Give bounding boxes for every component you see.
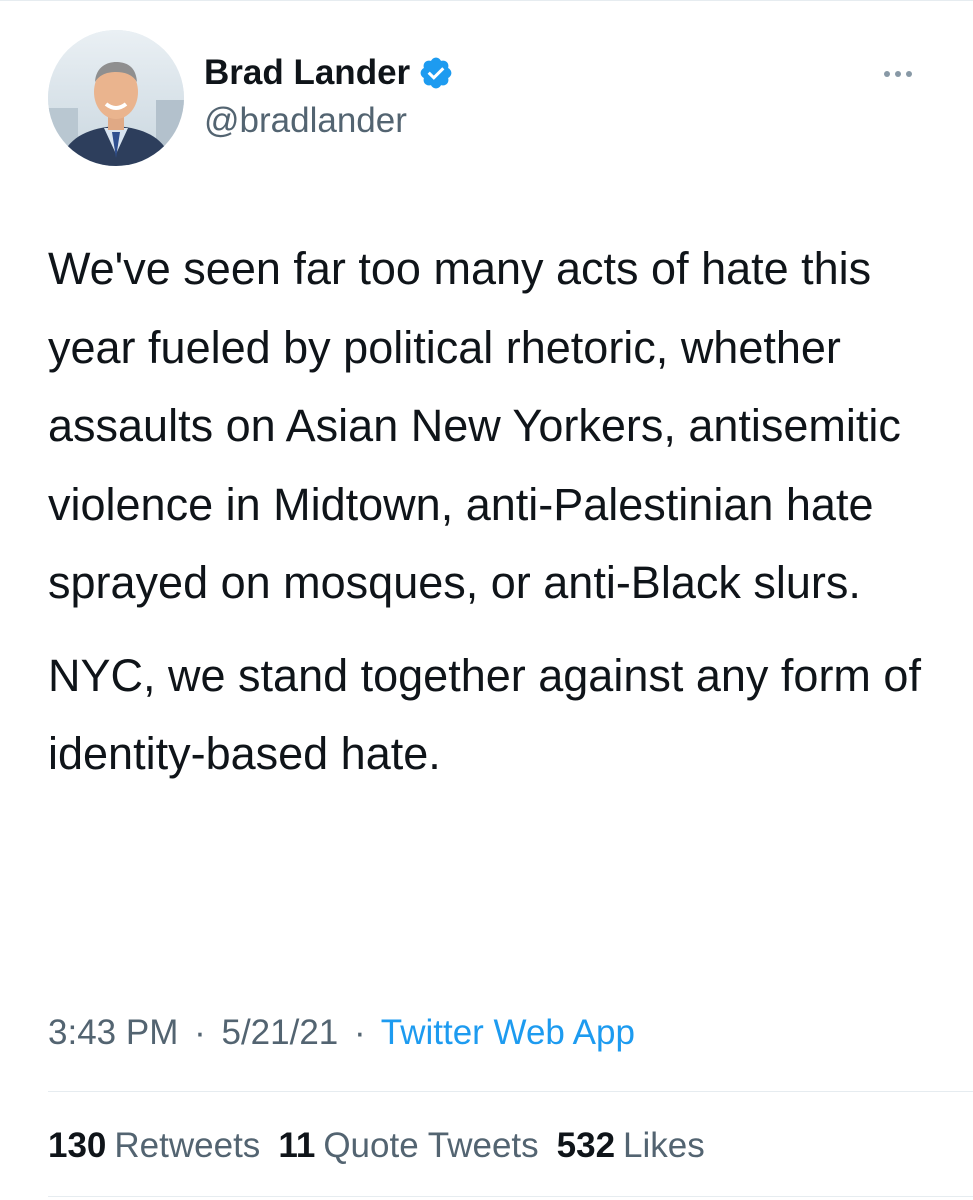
meta-separator: · [354, 1013, 366, 1052]
retweets-stat[interactable]: 130 Retweets [48, 1124, 260, 1168]
retweets-count: 130 [48, 1126, 107, 1165]
tweet-paragraph: We've seen far too many acts of hate thi… [48, 243, 901, 608]
divider [48, 1091, 973, 1092]
tweet-text: We've seen far too many acts of hate thi… [48, 230, 948, 794]
avatar-photo [48, 30, 184, 166]
tweet-time[interactable]: 3:43 PM [48, 1013, 178, 1052]
avatar[interactable] [48, 30, 184, 166]
quote-tweets-stat[interactable]: 11 Quote Tweets [278, 1124, 538, 1168]
quotes-label: Quote Tweets [323, 1126, 539, 1165]
likes-stat[interactable]: 532 Likes [557, 1124, 705, 1168]
tweet-source-link[interactable]: Twitter Web App [381, 1013, 635, 1052]
more-options-icon[interactable] [872, 60, 924, 88]
more-dot [884, 71, 890, 77]
retweets-label: Retweets [114, 1126, 261, 1165]
author-handle[interactable]: @bradlander [204, 100, 407, 142]
verified-badge-icon [418, 55, 454, 91]
quotes-count: 11 [278, 1126, 316, 1165]
tweet-date[interactable]: 5/21/21 [221, 1013, 338, 1052]
likes-count: 532 [556, 1126, 616, 1165]
display-name[interactable]: Brad Lander [204, 52, 410, 94]
top-divider [0, 0, 973, 1]
tweet-stats: 130 Retweets 11 Quote Tweets 532 Likes [48, 1124, 705, 1168]
meta-separator: · [194, 1013, 206, 1052]
more-dot [895, 71, 901, 77]
author-name-row[interactable]: Brad Lander [204, 52, 454, 94]
divider [48, 1196, 973, 1197]
tweet-meta: 3:43 PM · 5/21/21 · Twitter Web App [48, 1011, 635, 1055]
likes-label: Likes [623, 1126, 705, 1165]
tweet-paragraph: NYC, we stand together against any form … [48, 649, 921, 780]
more-dot [906, 71, 912, 77]
